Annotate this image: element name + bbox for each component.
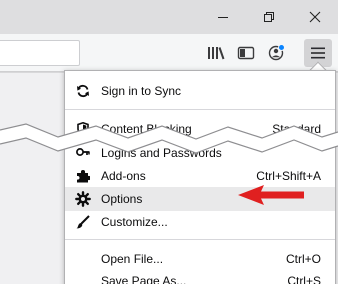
close-icon bbox=[309, 11, 321, 23]
sidebar-icon bbox=[237, 46, 255, 60]
library-icon bbox=[208, 47, 225, 60]
sidebar-button[interactable] bbox=[234, 41, 258, 65]
minimize-icon bbox=[218, 17, 228, 18]
menu-item-shortcut: Ctrl+Shift+A bbox=[256, 169, 321, 183]
menu-item-customize[interactable]: Customize... bbox=[65, 210, 335, 234]
menu-item-label: Sign in to Sync bbox=[101, 84, 182, 98]
menu-separator bbox=[65, 239, 335, 240]
torn-edge-overlay bbox=[0, 123, 338, 154]
gear-icon bbox=[75, 191, 91, 207]
menu-item-label: Customize... bbox=[101, 215, 168, 229]
restore-button[interactable] bbox=[246, 0, 292, 34]
restore-icon bbox=[264, 12, 274, 22]
sync-icon bbox=[75, 83, 91, 99]
menu-item-sign-in-sync[interactable]: Sign in to Sync bbox=[65, 79, 335, 103]
menu-item-open-file[interactable]: Open File... Ctrl+O bbox=[65, 247, 335, 271]
account-button[interactable] bbox=[265, 41, 289, 65]
menu-item-label: Options bbox=[101, 192, 143, 206]
navigation-toolbar bbox=[0, 34, 338, 72]
close-window-button[interactable] bbox=[292, 0, 338, 34]
account-icon bbox=[268, 44, 285, 61]
annotation-arrow bbox=[238, 185, 304, 205]
menu-item-label: Add-ons bbox=[101, 169, 146, 183]
menu-item-label: Open File... bbox=[101, 252, 164, 266]
hamburger-menu-icon bbox=[311, 47, 325, 59]
app-menu-panel: Sign in to Sync Content Blocking Standar… bbox=[64, 70, 336, 284]
puzzle-icon bbox=[75, 168, 91, 184]
title-bar bbox=[0, 0, 338, 34]
library-button[interactable] bbox=[204, 41, 228, 65]
brush-icon bbox=[75, 214, 91, 230]
minimize-button[interactable] bbox=[200, 0, 246, 34]
address-bar[interactable] bbox=[0, 40, 80, 66]
menu-item-shortcut: Ctrl+O bbox=[285, 252, 321, 266]
menu-item-label: Save Page As... bbox=[101, 274, 187, 284]
menu-item-shortcut: Ctrl+S bbox=[287, 274, 321, 284]
menu-item-save-page-as[interactable]: Save Page As... Ctrl+S bbox=[65, 269, 335, 284]
